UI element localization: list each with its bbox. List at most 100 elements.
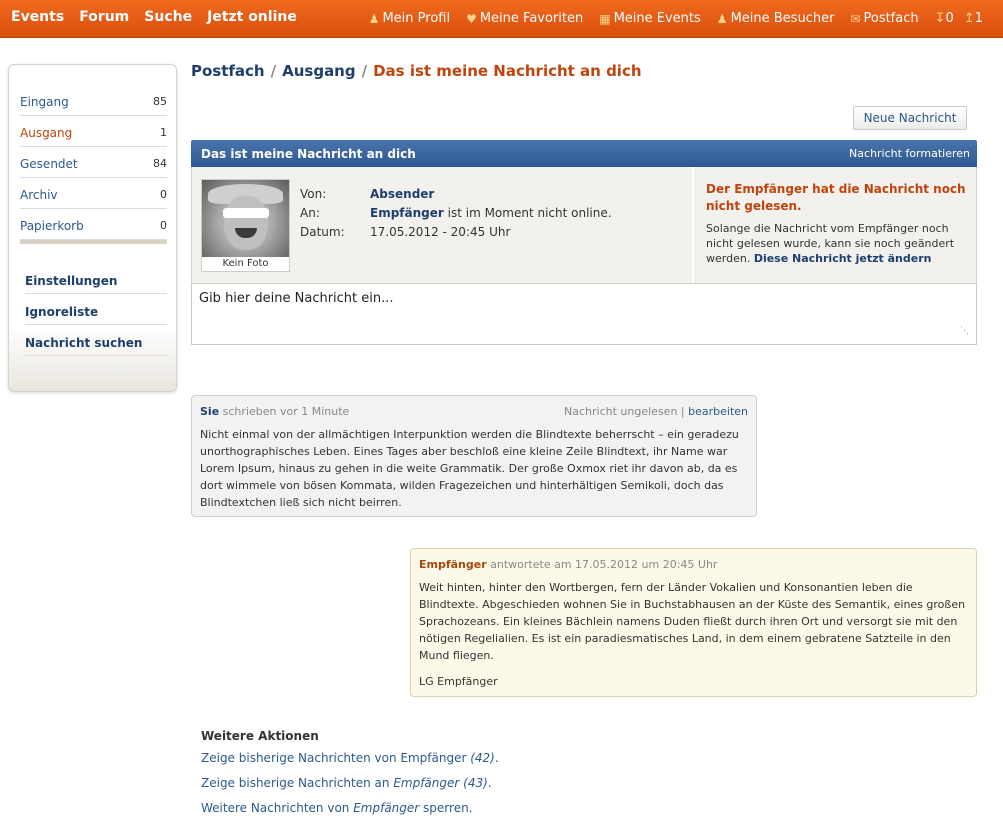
folder-eingang[interactable]: Eingang 85 xyxy=(20,85,167,116)
format-message-link[interactable]: Nachricht formatieren xyxy=(849,147,970,160)
nav-mein-profil[interactable]: ♟ Mein Profil xyxy=(369,11,450,26)
action-block-text: Weitere Nachrichten von xyxy=(201,801,354,815)
received-message-text: Weit hinten, hinter den Wortbergen, fern… xyxy=(419,581,966,662)
action-show-to[interactable]: Zeige bisherige Nachrichten an Empfänger… xyxy=(201,776,499,790)
folder-count: 1 xyxy=(160,126,167,139)
notification-counts: ↧0 ↥1 xyxy=(935,11,983,26)
arrow-up-icon: ↥ xyxy=(963,11,975,26)
nav-meine-favoriten[interactable]: ♥ Meine Favoriten xyxy=(466,11,583,26)
link-nachricht-suchen-row: Nachricht suchen xyxy=(25,325,167,356)
avatar-face xyxy=(224,196,268,250)
avatar[interactable]: Kein Foto xyxy=(201,179,290,272)
meta-to-label: An: xyxy=(300,205,320,220)
avatar-caption: Kein Foto xyxy=(222,258,269,269)
breadcrumb-postfach[interactable]: Postfach xyxy=(191,62,265,80)
sent-message: Sie schrieben vor 1 Minute Nachricht ung… xyxy=(191,395,757,517)
download-count[interactable]: ↧0 xyxy=(935,11,954,26)
new-message-button[interactable]: Neue Nachricht xyxy=(853,106,967,130)
breadcrumb-current: Das ist meine Nachricht an dich xyxy=(373,62,642,80)
further-actions-title: Weitere Aktionen xyxy=(201,729,319,743)
resize-grip-icon[interactable]: ⋱ xyxy=(960,326,969,336)
link-nachricht-suchen[interactable]: Nachricht suchen xyxy=(25,336,142,350)
received-author[interactable]: Empfänger xyxy=(419,558,487,571)
folder-archiv[interactable]: Archiv 0 xyxy=(20,178,167,209)
received-signature: LG Empfänger xyxy=(419,675,498,688)
nav-meine-besucher[interactable]: ♟ Meine Besucher xyxy=(717,11,835,26)
sender-link[interactable]: Absender xyxy=(370,187,434,201)
user-icon: ♟ xyxy=(368,11,380,26)
folder-papierkorb[interactable]: Papierkorb 0 xyxy=(20,209,167,240)
further-actions: Weitere Aktionen Zeige bisherige Nachric… xyxy=(201,729,499,824)
folder-ausgang[interactable]: Ausgang 1 xyxy=(20,116,167,147)
nav-mein-profil-label: Mein Profil xyxy=(382,11,451,26)
link-ignoreliste-row: Ignoreliste xyxy=(25,294,167,325)
received-time: antwortete am 17.05.2012 um 20:45 Uhr xyxy=(486,558,718,571)
action-show-from[interactable]: Zeige bisherige Nachrichten von Empfänge… xyxy=(201,751,499,765)
message-input[interactable] xyxy=(192,284,976,344)
action-show-to-suffix: . xyxy=(487,776,492,790)
meta-from-value: Absender xyxy=(370,187,434,201)
change-message-link[interactable]: Diese Nachricht jetzt ändern xyxy=(754,252,932,265)
folder-label: Papierkorb xyxy=(20,218,84,233)
meta-to-value: Empfänger ist im Moment nicht online. xyxy=(370,206,612,220)
sent-message-byline: Sie schrieben vor 1 Minute xyxy=(200,403,349,420)
sent-time: schrieben vor 1 Minute xyxy=(219,405,350,418)
nav-postfach[interactable]: ✉ Postfach xyxy=(850,11,918,26)
user-menu: ♟ Mein Profil ♥ Meine Favoriten ▦ Meine … xyxy=(369,11,983,26)
folder-count: 0 xyxy=(160,219,167,232)
visitors-icon: ♟ xyxy=(716,11,728,26)
breadcrumb-separator: / xyxy=(270,62,277,80)
edit-link[interactable]: bearbeiten xyxy=(688,405,748,418)
edit-note: Solange die Nachricht vom Empfänger noch… xyxy=(706,221,966,266)
folder-gesendet[interactable]: Gesendet 84 xyxy=(20,147,167,178)
meta-from: Von: Absender xyxy=(300,184,612,203)
read-status-box: Der Empfänger hat die Nachricht noch nic… xyxy=(692,167,976,283)
nav-forum[interactable]: Forum xyxy=(79,9,129,25)
folder-divider xyxy=(20,240,167,244)
sent-author: Sie xyxy=(200,405,220,418)
recipient-link[interactable]: Empfänger xyxy=(370,206,444,220)
message-subject: Das ist meine Nachricht an dich xyxy=(201,146,416,161)
message-info: Kein Foto Von: Absender An: Empfänger is… xyxy=(191,167,977,284)
nav-events[interactable]: Events xyxy=(11,9,64,25)
action-block-sender[interactable]: Weitere Nachrichten von Empfänger sperre… xyxy=(201,801,499,815)
nav-postfach-label: Postfach xyxy=(863,11,919,26)
meta-to: An: Empfänger ist im Moment nicht online… xyxy=(300,203,612,222)
sent-message-header: Sie schrieben vor 1 Minute Nachricht ung… xyxy=(200,403,748,420)
top-navigation-bar: Events Forum Suche Jetzt online ♟ Mein P… xyxy=(0,0,1003,38)
action-block-suffix: sperren. xyxy=(419,801,473,815)
folder-label: Ausgang xyxy=(20,125,73,140)
breadcrumb-ausgang[interactable]: Ausgang xyxy=(282,62,356,80)
breadcrumb: Postfach / Ausgang / Das ist meine Nachr… xyxy=(191,62,642,80)
download-count-value: 0 xyxy=(945,11,954,26)
message-input-box: ⋱ xyxy=(191,284,977,345)
action-show-to-count: Empfänger (43) xyxy=(393,776,488,790)
nav-suche[interactable]: Suche xyxy=(144,9,192,25)
nav-jetzt-online[interactable]: Jetzt online xyxy=(207,9,297,25)
avatar-image xyxy=(202,180,289,257)
mailbox-links: Einstellungen Ignoreliste Nachricht such… xyxy=(25,263,167,356)
meta-date-label: Datum: xyxy=(300,224,345,239)
action-block-name: Empfänger xyxy=(353,801,420,815)
meta-date: Datum: 17.05.2012 - 20:45 Uhr xyxy=(300,222,612,241)
link-ignoreliste[interactable]: Ignoreliste xyxy=(25,305,98,319)
nav-meine-favoriten-label: Meine Favoriten xyxy=(479,11,584,26)
arrow-down-icon: ↧ xyxy=(934,11,946,26)
received-message-byline: Empfänger antwortete am 17.05.2012 um 20… xyxy=(419,556,717,573)
action-show-from-count: (42) xyxy=(470,751,495,765)
nav-meine-events[interactable]: ▦ Meine Events xyxy=(599,11,701,26)
nav-meine-events-label: Meine Events xyxy=(613,11,701,26)
link-einstellungen[interactable]: Einstellungen xyxy=(25,274,117,288)
message-panel-header: Das ist meine Nachricht an dich Nachrich… xyxy=(191,140,977,167)
message-panel: Das ist meine Nachricht an dich Nachrich… xyxy=(191,140,977,345)
action-show-from-text: Zeige bisherige Nachrichten von Empfänge… xyxy=(201,751,471,765)
folder-count: 0 xyxy=(160,188,167,201)
folder-label: Gesendet xyxy=(20,156,78,171)
main-menu: Events Forum Suche Jetzt online xyxy=(11,9,297,25)
upload-count[interactable]: ↥1 xyxy=(964,11,983,26)
received-message-header: Empfänger antwortete am 17.05.2012 um 20… xyxy=(419,556,968,573)
breadcrumb-separator: / xyxy=(361,62,368,80)
unread-warning: Der Empfänger hat die Nachricht noch nic… xyxy=(706,182,966,213)
mailbox-sidebar: Eingang 85 Ausgang 1 Gesendet 84 Archiv … xyxy=(8,64,177,392)
avatar-glasses xyxy=(223,208,269,218)
